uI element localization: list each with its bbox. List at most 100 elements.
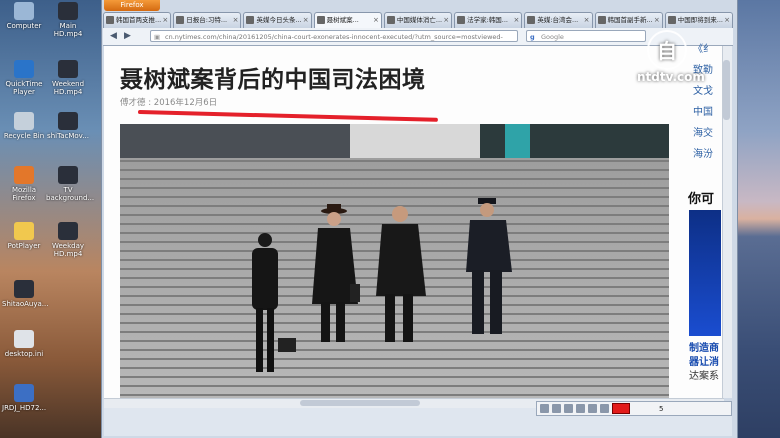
- article-date: 2016年12月6日: [153, 98, 218, 108]
- sidebar-ad-text[interactable]: 制造商 器让消 达案系: [689, 342, 719, 384]
- firefox-icon: [14, 166, 34, 184]
- search-placeholder: Google: [541, 33, 564, 41]
- photo-step-edge: [120, 385, 669, 387]
- tab-favicon-icon: [527, 16, 536, 24]
- pen-color-swatch[interactable]: [612, 403, 630, 414]
- desktop-icon[interactable]: shiTacMov...: [46, 112, 90, 140]
- sidebar-link[interactable]: 中国: [693, 103, 723, 118]
- pen-size-value[interactable]: 5: [659, 405, 663, 413]
- tab-label: 聂树斌案...: [326, 16, 359, 24]
- tab-label: 韩国首两支推...: [116, 16, 162, 24]
- tab-label: 英媒今日头条...: [256, 16, 302, 24]
- desktop-icon-label: JRDJ_HD72...: [2, 404, 47, 412]
- horizontal-scrollbar-thumb[interactable]: [300, 400, 420, 406]
- desktop-icon[interactable]: JRDJ_HD72...: [2, 384, 46, 412]
- video-file-icon: [58, 112, 78, 130]
- desktop-icon-label: Main HD.mp4: [53, 22, 83, 38]
- tab-favicon-icon: [246, 16, 255, 24]
- desktop-icon[interactable]: PotPlayer: [2, 222, 46, 250]
- desktop-icon[interactable]: ShitaoAuya...: [2, 280, 48, 308]
- recycle-bin-icon: [14, 112, 34, 130]
- browser-tab[interactable]: 英媒:台湾会... ×: [524, 12, 593, 28]
- desktop-icon[interactable]: TV background...: [46, 166, 95, 202]
- tab-close-icon[interactable]: ×: [513, 13, 519, 27]
- desktop-icon-label: desktop.ini: [4, 350, 44, 358]
- photo-step-edge: [120, 358, 669, 360]
- article-photo: [120, 124, 669, 398]
- program-icon: [14, 384, 34, 402]
- sidebar-link[interactable]: 《纟: [693, 40, 723, 55]
- browser-tab[interactable]: 中国媒体消亡... ×: [383, 12, 453, 28]
- desktop-icon-label: TV background...: [46, 186, 95, 202]
- video-file-icon: [14, 280, 34, 298]
- photo-step-edge: [120, 196, 669, 198]
- tab-close-icon[interactable]: ×: [162, 13, 168, 27]
- browser-tab[interactable]: 韩国首两支推... ×: [103, 12, 172, 28]
- tab-close-icon[interactable]: ×: [233, 13, 239, 27]
- annotation-toolbox: 5: [536, 401, 732, 416]
- browser-tab[interactable]: 中国即将到来... ×: [664, 12, 733, 28]
- desktop-icon-label: Recycle Bin: [3, 132, 45, 140]
- desktop-icon-label: PotPlayer: [7, 242, 41, 250]
- browser-tab[interactable]: 韩国首副手新... ×: [594, 12, 663, 28]
- desktop-icon[interactable]: Weekend HD.mp4: [46, 60, 90, 96]
- sidebar-ad-line: 达案系: [689, 371, 719, 382]
- tab-close-icon[interactable]: ×: [303, 13, 309, 27]
- tab-label: 日报台:习特...: [186, 16, 228, 24]
- save-icon[interactable]: [564, 404, 573, 413]
- ini-file-icon: [14, 330, 34, 348]
- tab-favicon-icon: [597, 16, 606, 24]
- forward-button[interactable]: ▶: [122, 31, 133, 42]
- computer-icon: [14, 2, 34, 20]
- tab-label: 中国即将到来...: [677, 16, 723, 24]
- vertical-scrollbar-thumb[interactable]: [723, 60, 730, 120]
- video-file-icon: [58, 166, 78, 184]
- browser-tab[interactable]: 英媒今日头条... ×: [243, 12, 312, 28]
- tab-close-icon[interactable]: ×: [584, 13, 590, 27]
- desktop-icon[interactable]: Recycle Bin: [2, 112, 46, 140]
- new-page-icon[interactable]: [540, 404, 549, 413]
- quicktime-icon: [14, 60, 34, 78]
- tab-close-icon[interactable]: ×: [443, 13, 449, 27]
- desktop-icon-label: Weekday HD.mp4: [51, 242, 85, 258]
- sidebar-link[interactable]: 海汾: [693, 145, 723, 160]
- sidebar-link[interactable]: 文戈: [693, 82, 723, 97]
- sidebar-link[interactable]: 海交: [693, 124, 723, 139]
- desktop-icon[interactable]: Main HD.mp4: [46, 2, 90, 38]
- browser-tab[interactable]: 聂树斌案... ×: [313, 12, 382, 28]
- pen-icon[interactable]: [588, 404, 597, 413]
- video-file-icon: [58, 222, 78, 240]
- marker-icon[interactable]: [600, 404, 609, 413]
- desktop-icon[interactable]: QuickTime Player: [2, 60, 46, 96]
- photo-illustration: [120, 124, 669, 398]
- tab-close-icon[interactable]: ×: [724, 13, 730, 27]
- ntd-watermark-text: ntdtv.com: [637, 70, 705, 84]
- desktop-icon[interactable]: desktop.ini: [2, 330, 46, 358]
- url-text: cn.nytimes.com/china/20161205/china-cour…: [165, 33, 503, 41]
- tab-label: 英媒:台湾会...: [537, 16, 579, 24]
- search-box[interactable]: g Google: [526, 30, 646, 42]
- photo-step-edge: [120, 349, 669, 351]
- browser-tab[interactable]: 法学家:韩国... ×: [454, 12, 523, 28]
- desktop-icon[interactable]: Weekday HD.mp4: [46, 222, 90, 258]
- url-bar[interactable]: ▣ cn.nytimes.com/china/20161205/china-co…: [150, 30, 518, 42]
- browser-tab[interactable]: 日报台:习特... ×: [173, 12, 242, 28]
- sidebar-ad-image[interactable]: [689, 210, 721, 336]
- tab-close-icon[interactable]: ×: [654, 13, 660, 27]
- article-author[interactable]: 傅才德: [120, 98, 146, 108]
- tab-close-icon[interactable]: ×: [373, 13, 379, 27]
- eraser-icon[interactable]: [576, 404, 585, 413]
- photo-step-edge: [120, 205, 669, 207]
- tab-favicon-icon: [386, 16, 395, 24]
- tab-label: 法学家:韩国...: [467, 16, 508, 24]
- firefox-menu-button[interactable]: Firefox: [104, 0, 160, 11]
- desktop-icon[interactable]: Computer: [2, 2, 46, 30]
- open-icon[interactable]: [552, 404, 561, 413]
- tab-favicon-icon: [106, 16, 114, 24]
- article-byline: 傅才德 : 2016年12月6日: [120, 96, 217, 108]
- back-button[interactable]: ◀: [108, 31, 119, 42]
- tab-label: 韩国首副手新...: [607, 16, 653, 24]
- tab-favicon-icon: [457, 16, 466, 24]
- desktop-icon[interactable]: Mozilla Firefox: [2, 166, 46, 202]
- tab-favicon-icon: [667, 16, 676, 24]
